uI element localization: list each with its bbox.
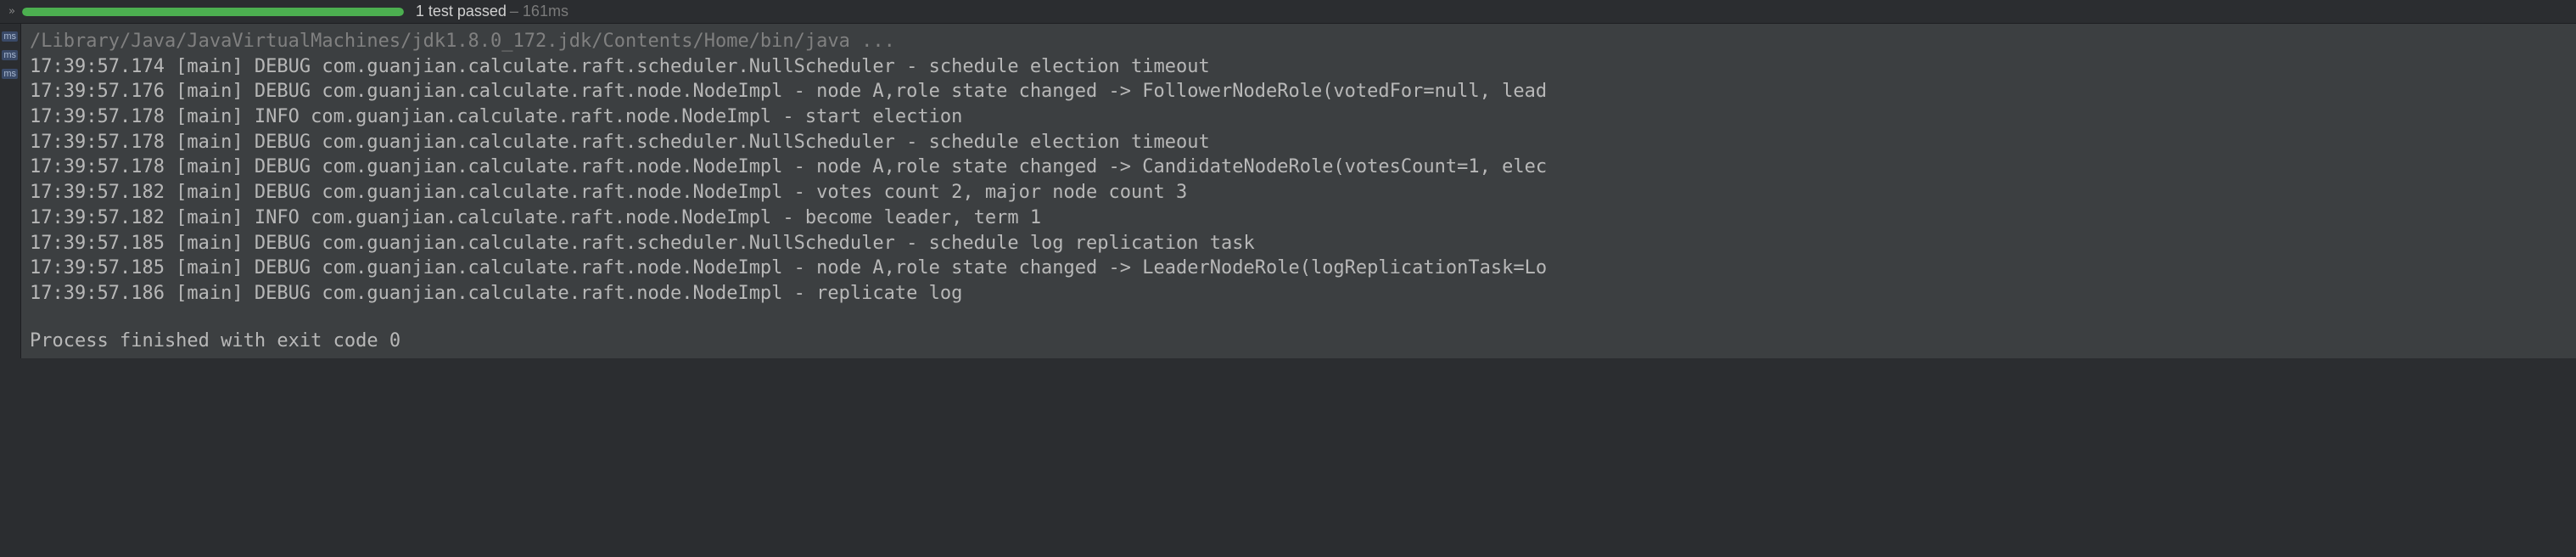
log-line: 17:39:57.174 [main] DEBUG com.guanjian.c…: [30, 54, 2568, 80]
main-area: ms ms ms /Library/Java/JavaVirtualMachin…: [0, 24, 2576, 358]
test-progress-bar: [22, 8, 404, 16]
log-line: 17:39:57.178 [main] DEBUG com.guanjian.c…: [30, 155, 2568, 180]
log-line: 17:39:57.182 [main] INFO com.guanjian.ca…: [30, 205, 2568, 231]
test-status-bar: » 1 test passed – 161ms: [0, 0, 2576, 24]
gutter-badge: ms: [2, 31, 18, 42]
log-line: 17:39:57.176 [main] DEBUG com.guanjian.c…: [30, 79, 2568, 104]
gutter-row: ms: [0, 46, 20, 65]
gutter: ms ms ms: [0, 24, 21, 358]
expand-icon[interactable]: »: [8, 5, 15, 18]
test-status-text: 1 test passed: [416, 3, 507, 20]
log-line: 17:39:57.182 [main] DEBUG com.guanjian.c…: [30, 180, 2568, 205]
log-line: 17:39:57.185 [main] DEBUG com.guanjian.c…: [30, 231, 2568, 256]
test-progress-fill: [22, 8, 404, 16]
gutter-row: ms: [0, 27, 20, 46]
gutter-badge: ms: [2, 69, 18, 79]
console-output[interactable]: /Library/Java/JavaVirtualMachines/jdk1.8…: [21, 24, 2576, 358]
process-finished-line: Process finished with exit code 0: [30, 329, 2568, 354]
gutter-badge: ms: [2, 50, 18, 60]
test-time-text: – 161ms: [510, 3, 568, 20]
log-line: 17:39:57.178 [main] INFO com.guanjian.ca…: [30, 104, 2568, 130]
gutter-row: ms: [0, 65, 20, 83]
log-line: 17:39:57.186 [main] DEBUG com.guanjian.c…: [30, 281, 2568, 307]
log-line: 17:39:57.178 [main] DEBUG com.guanjian.c…: [30, 130, 2568, 155]
command-line: /Library/Java/JavaVirtualMachines/jdk1.8…: [30, 29, 2568, 54]
log-line: 17:39:57.185 [main] DEBUG com.guanjian.c…: [30, 256, 2568, 281]
